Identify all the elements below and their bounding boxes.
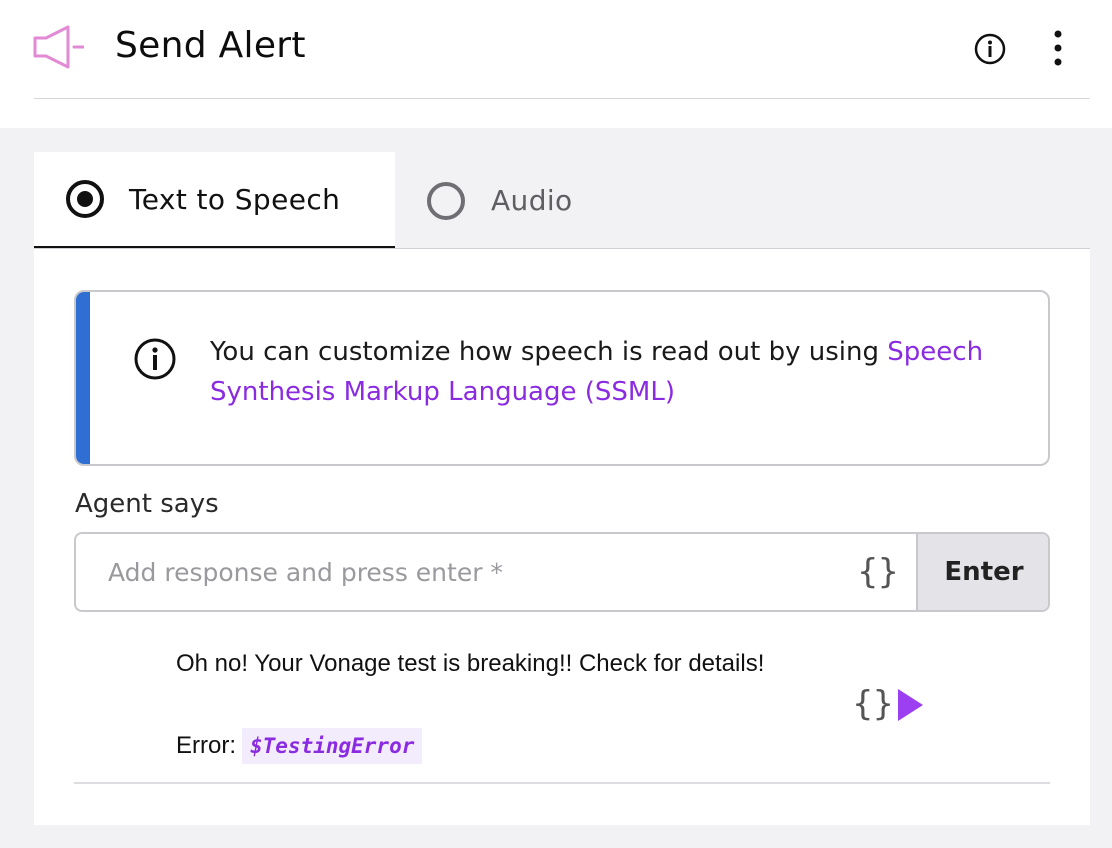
response-item-error-line: Error: $TestingError <box>176 728 423 764</box>
tab-audio[interactable]: Audio <box>395 152 655 249</box>
radio-selected-icon <box>66 180 104 218</box>
response-item-text[interactable]: Oh no! Your Vonage test is breaking!! Ch… <box>176 648 764 680</box>
info-icon <box>134 338 176 380</box>
ssml-notice: You can customize how speech is read out… <box>74 290 1050 466</box>
notice-text: You can customize how speech is read out… <box>210 332 1010 412</box>
response-input[interactable] <box>76 534 846 610</box>
response-divider <box>74 782 1050 784</box>
page-title: Send Alert <box>115 25 306 66</box>
tab-label: Text to Speech <box>129 182 341 216</box>
info-icon-button[interactable] <box>973 32 1007 66</box>
notice-accent-bar <box>76 292 90 464</box>
variable-chip: $TestingError <box>242 728 423 764</box>
more-options-icon-button[interactable] <box>1046 26 1070 70</box>
error-prefix: Error: <box>176 732 236 759</box>
insert-variable-button[interactable]: {} <box>854 548 902 596</box>
alert-config-card: Text to Speech Audio You can customize h… <box>34 152 1090 825</box>
enter-button[interactable]: Enter <box>916 534 1048 610</box>
notice-message: You can customize how speech is read out… <box>210 337 888 367</box>
panel-header: Send Alert <box>0 0 1112 128</box>
response-input-group: {} Enter <box>74 532 1050 612</box>
play-icon[interactable] <box>896 688 924 722</box>
radio-unselected-icon <box>427 181 465 220</box>
tab-label: Audio <box>491 184 573 217</box>
agent-says-label: Agent says <box>75 489 219 519</box>
tab-strip: Text to Speech Audio <box>34 152 1090 249</box>
tab-text-to-speech[interactable]: Text to Speech <box>34 152 395 249</box>
tab-divider <box>34 248 1090 249</box>
megaphone-icon <box>33 25 84 69</box>
response-variable-button[interactable]: {} <box>850 682 896 726</box>
header-divider <box>34 98 1090 99</box>
